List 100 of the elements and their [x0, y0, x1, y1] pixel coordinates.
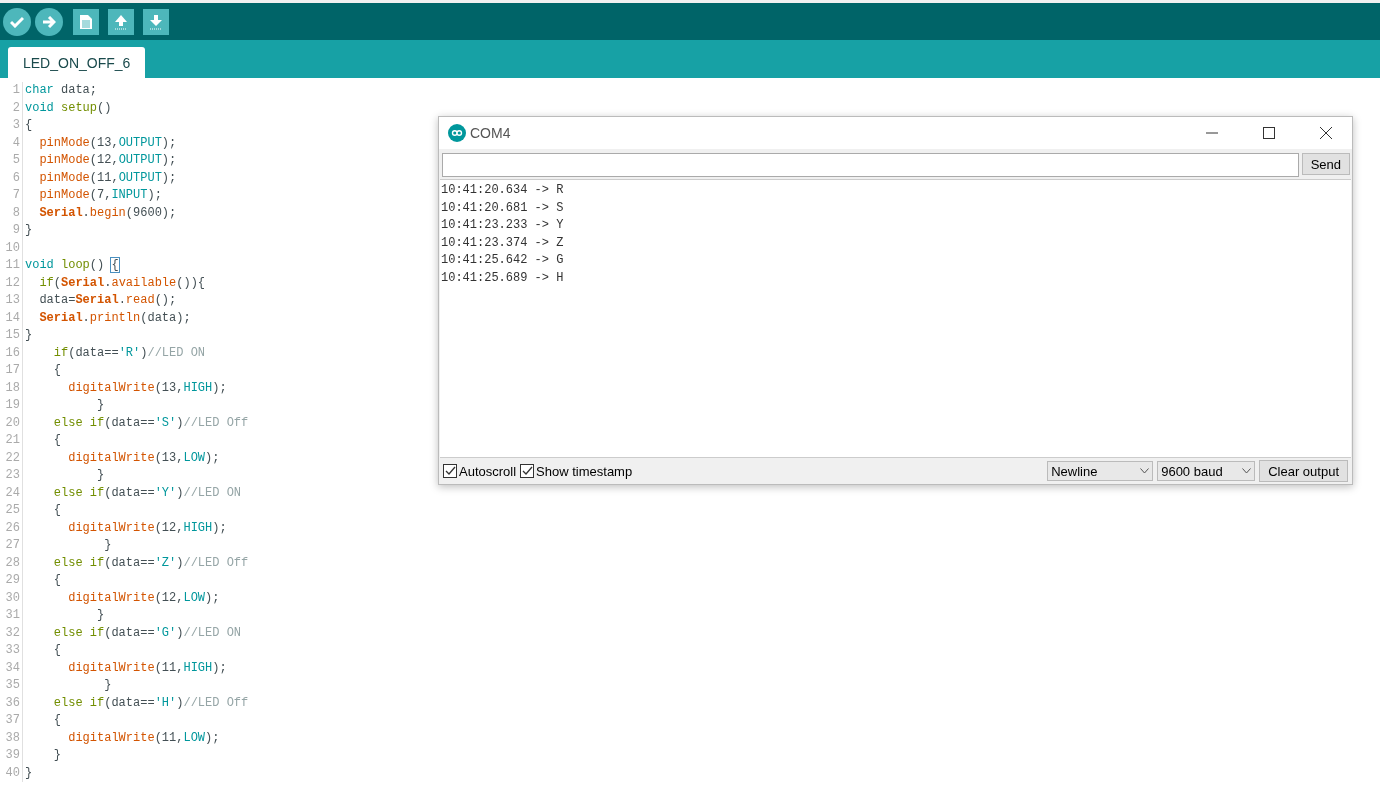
code-line: }: [52, 747, 61, 764]
line-number: 14: [0, 309, 23, 327]
line-number: 2: [0, 99, 23, 117]
line-number: 16: [0, 344, 23, 362]
checkbox[interactable]: [443, 464, 457, 478]
input-field[interactable]: [442, 153, 1299, 177]
code-line: pinMode(12,OUTPUT);: [38, 152, 177, 169]
line-number: 35: [0, 677, 23, 695]
code-line: else if(data=='Y')//LED ON: [52, 484, 242, 502]
file-tab[interactable]: LED_ON_OFF_6: [8, 47, 146, 78]
line-number: 34: [0, 659, 23, 677]
output-line: 10:41:25.689 -> H: [441, 269, 565, 287]
line-number: 17: [0, 362, 23, 380]
code-line: else if(data=='G')//LED ON: [52, 624, 242, 642]
output-line: 10:41:25.642 -> G: [441, 252, 565, 269]
code-line: {: [52, 362, 61, 379]
code-line: }: [103, 537, 112, 554]
maximize-icon: [1262, 127, 1275, 139]
line-number: 8: [0, 204, 23, 222]
code-line: {: [24, 117, 33, 134]
code-line: void loop() {: [24, 257, 119, 274]
code-line: {: [52, 642, 61, 659]
checkbox[interactable]: [520, 464, 535, 478]
new-file-button[interactable]: [73, 8, 99, 35]
line-number: 1: [0, 82, 23, 100]
line-number: 7: [0, 187, 23, 205]
code-line: digitalWrite(13,LOW);: [67, 449, 220, 467]
infinity-logo-icon: [448, 124, 466, 142]
code-line: }: [24, 327, 33, 344]
output-line: 10:41:23.374 -> Z: [441, 234, 565, 252]
code-line: }: [103, 677, 112, 694]
code-line: }: [96, 607, 105, 624]
document-icon: [79, 13, 93, 30]
line-number: 31: [0, 607, 23, 625]
code-line: else if(data=='Z')//LED Off: [52, 554, 249, 572]
open-button[interactable]: [108, 8, 134, 35]
code-line: void setup(): [24, 99, 112, 117]
right-arrow-icon: [42, 15, 56, 28]
code-line: Serial.begin(9600);: [38, 204, 177, 222]
code-line: else if(data=='H')//LED Off: [52, 694, 249, 712]
code-line: {: [52, 572, 61, 589]
line-number: 9: [0, 222, 23, 240]
send-button[interactable]: Send: [1301, 153, 1350, 175]
code-line: digitalWrite(12,HIGH);: [67, 519, 227, 537]
code-line: {: [52, 712, 61, 729]
code-line: if(data=='R')//LED ON: [52, 344, 206, 362]
up-arrow-icon: [113, 13, 129, 30]
output-line: 10:41:20.681 -> S: [441, 199, 565, 217]
line-number: 4: [0, 134, 23, 152]
line-number: 24: [0, 484, 23, 502]
code-line: pinMode(11,OUTPUT);: [38, 169, 177, 187]
code-line: pinMode(13,OUTPUT);: [38, 134, 177, 152]
window-title: COM4: [470, 125, 512, 141]
line-number: 15: [0, 327, 23, 345]
line-number: 28: [0, 554, 23, 572]
code-line: }: [24, 764, 33, 782]
line-number: 30: [0, 589, 23, 607]
close-icon: [1319, 127, 1332, 139]
line-number: 38: [0, 729, 23, 747]
line-number: 27: [0, 537, 23, 555]
code-line: char data;: [24, 82, 98, 99]
clear-output-button[interactable]: Clear output: [1259, 460, 1348, 482]
chevron-down-icon: [1140, 468, 1150, 474]
checkbox-label: Autoscroll: [459, 463, 517, 479]
verify-button[interactable]: [3, 7, 31, 36]
line-number: 25: [0, 502, 23, 520]
code-line: digitalWrite(13,HIGH);: [67, 379, 227, 397]
line-number: 37: [0, 712, 23, 730]
code-line: }: [96, 467, 105, 484]
line-ending-dropdown[interactable]: Newline: [1047, 461, 1154, 481]
output-line: 10:41:23.233 -> Y: [441, 217, 565, 234]
line-number: 23: [0, 467, 23, 485]
line-number: 18: [0, 379, 23, 397]
line-number: 5: [0, 152, 23, 170]
code-line: else if(data=='S')//LED Off: [52, 414, 249, 432]
code-line: pinMode(7,INPUT);: [38, 187, 162, 204]
line-number: 12: [0, 274, 23, 292]
line-number: 3: [0, 117, 23, 135]
line-number: 36: [0, 694, 23, 712]
line-number: 6: [0, 169, 23, 187]
code-line: digitalWrite(11,HIGH);: [67, 659, 227, 677]
line-number: 10: [0, 239, 23, 257]
chevron-down-icon: [1242, 468, 1252, 474]
checkmark-icon: [10, 15, 24, 28]
code-line: digitalWrite(12,LOW);: [67, 589, 220, 607]
code-line: Serial.println(data);: [38, 309, 191, 327]
down-arrow-icon: [148, 13, 164, 30]
save-button[interactable]: [143, 8, 169, 35]
code-line: {: [52, 432, 61, 449]
code-line: data=Serial.read();: [38, 292, 177, 309]
output-line: 10:41:20.634 -> R: [441, 182, 565, 199]
code-line: }: [24, 222, 33, 239]
line-number: 32: [0, 624, 23, 642]
baud-rate-dropdown[interactable]: 9600 baud: [1157, 461, 1256, 481]
code-line: if(Serial.available()){: [38, 274, 206, 292]
line-number: 22: [0, 449, 23, 467]
line-number: 40: [0, 764, 23, 782]
upload-button[interactable]: [35, 7, 63, 36]
line-number: 11: [0, 257, 23, 275]
line-number: 26: [0, 519, 23, 537]
